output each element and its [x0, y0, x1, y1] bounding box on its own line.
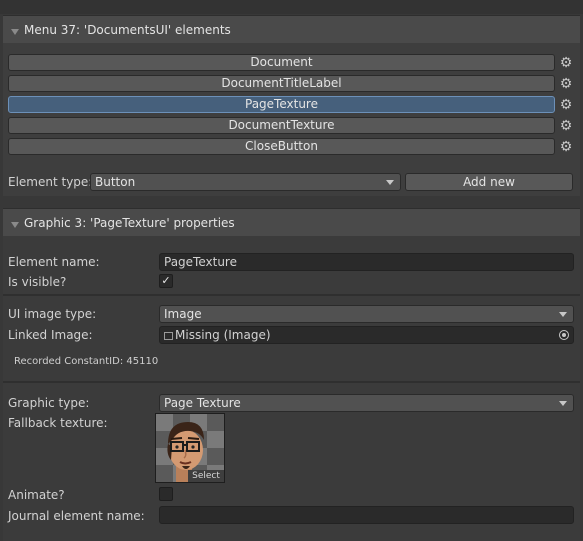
object-picker-icon[interactable] [559, 330, 569, 340]
journal-element-name-label: Journal element name: [8, 509, 145, 523]
gear-icon[interactable]: ⚙ [559, 119, 573, 133]
is-visible-checkbox[interactable]: ✓ [159, 274, 173, 288]
journal-element-name-field[interactable] [159, 506, 574, 524]
chevron-down-icon [559, 401, 567, 406]
fallback-texture-label: Fallback texture: [8, 416, 108, 430]
element-name-field[interactable]: PageTexture [159, 253, 574, 271]
animate-checkbox[interactable] [159, 487, 173, 501]
image-icon [164, 332, 173, 340]
graphic-type-value: Page Texture [164, 396, 241, 410]
linked-image-field[interactable]: Missing (Image) [159, 326, 574, 344]
element-button-document[interactable]: Document [8, 54, 555, 71]
add-new-button[interactable]: Add new [405, 173, 573, 191]
graphic-foldout-header[interactable]: Graphic 3: 'PageTexture' properties [3, 208, 580, 236]
graphic-type-dropdown[interactable]: Page Texture [159, 394, 574, 412]
element-button-page-texture[interactable]: PageTexture [8, 96, 555, 113]
animate-label: Animate? [8, 488, 65, 502]
ui-image-type-value: Image [164, 307, 202, 321]
fallback-texture-slot[interactable]: Select [155, 413, 225, 483]
element-button-document-title-label[interactable]: DocumentTitleLabel [8, 75, 555, 92]
menu-header-title: Menu 37: 'DocumentsUI' elements [24, 22, 231, 37]
linked-image-label: Linked Image: [8, 328, 93, 342]
foldout-triangle-icon[interactable] [11, 28, 19, 35]
checkmark-icon: ✓ [161, 274, 171, 287]
element-name-label: Element name: [8, 255, 100, 269]
gear-icon[interactable]: ⚙ [559, 56, 573, 70]
element-button-document-texture[interactable]: DocumentTexture [8, 117, 555, 134]
is-visible-label: Is visible? [8, 275, 67, 289]
top-strip [0, 0, 583, 14]
element-type-value: Button [95, 175, 136, 189]
linked-image-value: Missing (Image) [175, 328, 271, 342]
recorded-constant-id: Recorded ConstantID: 45110 [14, 356, 159, 367]
menu-foldout-header[interactable]: Menu 37: 'DocumentsUI' elements [3, 15, 580, 43]
graphic-header-title: Graphic 3: 'PageTexture' properties [24, 215, 235, 230]
graphic-type-label: Graphic type: [8, 396, 90, 410]
chevron-down-icon [386, 180, 394, 185]
element-button-close-button[interactable]: CloseButton [8, 138, 555, 155]
gear-icon[interactable]: ⚙ [559, 140, 573, 154]
ui-image-type-dropdown[interactable]: Image [159, 305, 574, 323]
ui-image-type-label: UI image type: [8, 307, 97, 321]
gear-icon[interactable]: ⚙ [559, 98, 573, 112]
element-type-dropdown[interactable]: Button [90, 173, 401, 191]
chevron-down-icon [559, 312, 567, 317]
gear-icon[interactable]: ⚙ [559, 77, 573, 91]
element-type-label: Element type: [8, 175, 93, 189]
select-texture-button[interactable]: Select [188, 470, 224, 482]
foldout-triangle-icon[interactable] [11, 221, 19, 228]
